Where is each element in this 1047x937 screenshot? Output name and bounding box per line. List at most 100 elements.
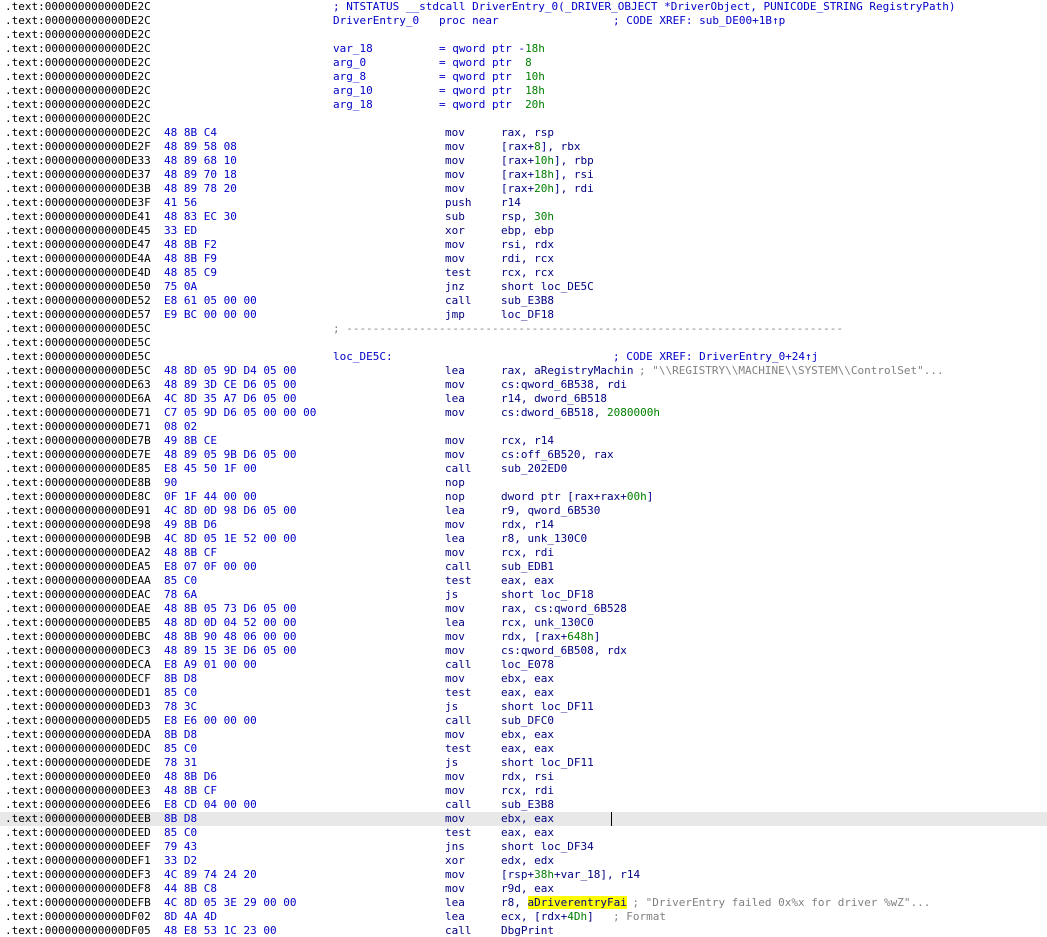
line-address[interactable]: .text:000000000000DEDE [5,756,151,770]
instruction-operands[interactable]: [rax+8], rbx [501,140,581,154]
instruction-mnemonic[interactable]: lea [445,364,465,378]
listing-line[interactable]: .text:000000000000DE5C [0,336,1047,350]
listing-line[interactable]: .text:000000000000DF02 8D 4A 4D lea ecx, [r… [0,910,1047,924]
instruction-mnemonic[interactable]: test [445,826,472,840]
instruction-operands[interactable]: rax, cs:qword_6B528 [501,602,627,616]
instruction-operands[interactable]: rax, rsp [501,126,554,140]
line-address[interactable]: .text:000000000000DE50 [5,280,151,294]
listing-line[interactable]: .text:000000000000DEB5 48 8D 0D 04 52 00 … [0,616,1047,630]
line-address[interactable]: .text:000000000000DE7B [5,434,151,448]
listing-line[interactable]: .text:000000000000DEBC 48 8B 90 48 06 00 … [0,630,1047,644]
listing-line[interactable]: .text:000000000000DE7E 48 89 05 9B D6 05 … [0,448,1047,462]
line-address[interactable]: .text:000000000000DE71 [5,420,151,434]
listing-line[interactable]: .text:000000000000DEAA 85 C0 test eax, eax [0,574,1047,588]
instruction-operands[interactable]: rcx, rdi [501,546,554,560]
instruction-operands[interactable]: [rax+20h], rdi [501,182,594,196]
listing-line[interactable]: .text:000000000000DE2F 48 89 58 08 mov [rax… [0,140,1047,154]
instruction-operands[interactable]: rax, aRegistryMachin [501,364,633,378]
instruction-operands[interactable]: rcx, rdi [501,784,554,798]
listing-line[interactable]: .text:000000000000DE5C 48 8D 05 9D D4 05 … [0,364,1047,378]
instruction-mnemonic[interactable]: mov [445,882,465,896]
instruction-operands[interactable]: rcx, rcx [501,266,554,280]
instruction-operands[interactable]: DbgPrint [501,924,554,937]
instruction-mnemonic[interactable]: jns [445,840,465,854]
line-address[interactable]: .text:000000000000DE2C [5,14,151,28]
listing-line[interactable]: .text:000000000000DEA2 48 8B CF mov rcx, rd… [0,546,1047,560]
instruction-mnemonic[interactable]: call [445,462,472,476]
line-address[interactable]: .text:000000000000DEF3 [5,868,151,882]
listing-line[interactable]: .text:000000000000DE3F 41 56 push r14 [0,196,1047,210]
listing-line[interactable]: .text:000000000000DEF1 33 D2 xor edx, edx [0,854,1047,868]
instruction-mnemonic[interactable]: js [445,700,458,714]
line-address[interactable]: .text:000000000000DEAC [5,588,151,602]
instruction-operands[interactable]: cs:dword_6B518, 2080000h [501,406,660,420]
instruction-operands[interactable]: [rax+10h], rbp [501,154,594,168]
instruction-operands[interactable]: r9d, eax [501,882,554,896]
listing-line[interactable]: .text:000000000000DEE0 48 8B D6 mov rdx, rs… [0,770,1047,784]
label-text[interactable]: arg_10 = qword ptr 18h [333,84,545,98]
line-address[interactable]: .text:000000000000DE2C [5,70,151,84]
instruction-operands[interactable]: rsp, 30h [501,210,554,224]
instruction-operands[interactable]: r8, aDriverentryFai [501,896,627,910]
line-address[interactable]: .text:000000000000DEA2 [5,546,151,560]
instruction-mnemonic[interactable]: jmp [445,308,465,322]
label-text[interactable]: ; NTSTATUS __stdcall DriverEntry_0(_DRIV… [333,0,956,14]
instruction-operands[interactable]: ebp, ebp [501,224,554,238]
listing-line[interactable]: .text:000000000000DE71 C7 05 9D D6 05 00 … [0,406,1047,420]
line-address[interactable]: .text:000000000000DE2C [5,126,151,140]
code-xref-comment[interactable]: ; CODE XREF: sub_DE00+1B↑p [613,14,785,28]
line-address[interactable]: .text:000000000000DEE0 [5,770,151,784]
instruction-operands[interactable]: rdx, [rax+648h] [501,630,600,644]
instruction-operands[interactable]: ebx, eax [501,728,554,742]
instruction-mnemonic[interactable]: lea [445,616,465,630]
line-address[interactable]: .text:000000000000DE3F [5,196,151,210]
line-address[interactable]: .text:000000000000DE2F [5,140,151,154]
instruction-mnemonic[interactable]: test [445,574,472,588]
listing-line[interactable]: .text:000000000000DEF3 4C 89 74 24 20 mov [… [0,868,1047,882]
line-address[interactable]: .text:000000000000DE3B [5,182,151,196]
instruction-mnemonic[interactable]: nop [445,490,465,504]
instruction-mnemonic[interactable]: lea [445,504,465,518]
line-address[interactable]: .text:000000000000DEDA [5,728,151,742]
line-address[interactable]: .text:000000000000DE2C [5,42,151,56]
instruction-mnemonic[interactable]: mov [445,546,465,560]
line-address[interactable]: .text:000000000000DE2C [5,98,151,112]
label-text[interactable]: loc_DE5C: [333,350,393,364]
listing-line[interactable]: .text:000000000000DE91 4C 8D 0D 98 D6 05 … [0,504,1047,518]
instruction-operands[interactable]: r14, dword_6B518 [501,392,607,406]
listing-line[interactable]: .text:000000000000DE7B 49 8B CE mov rcx, r1… [0,434,1047,448]
listing-line[interactable]: .text:000000000000DEF8 44 8B C8 mov r9d, ea… [0,882,1047,896]
line-address[interactable]: .text:000000000000DE85 [5,462,151,476]
listing-line[interactable]: .text:000000000000DE8B 90 nop [0,476,1047,490]
listing-line[interactable]: .text:000000000000DEE3 48 8B CF mov rcx, rd… [0,784,1047,798]
line-address[interactable]: .text:000000000000DECF [5,672,151,686]
instruction-mnemonic[interactable]: lea [445,910,465,924]
label-text[interactable]: arg_18 = qword ptr 20h [333,98,545,112]
line-address[interactable]: .text:000000000000DEEB [5,812,151,826]
line-address[interactable]: .text:000000000000DE8C [5,490,151,504]
instruction-mnemonic[interactable]: mov [445,868,465,882]
line-address[interactable]: .text:000000000000DE37 [5,168,151,182]
instruction-mnemonic[interactable]: nop [445,476,465,490]
line-address[interactable]: .text:000000000000DE5C [5,364,151,378]
instruction-mnemonic[interactable]: jnz [445,280,465,294]
listing-line[interactable]: .text:000000000000DE2C arg_10 = qword ptr… [0,84,1047,98]
instruction-operands[interactable]: sub_E3B8 [501,294,554,308]
instruction-operands[interactable]: eax, eax [501,742,554,756]
instruction-operands[interactable]: sub_E3B8 [501,798,554,812]
instruction-mnemonic[interactable]: call [445,560,472,574]
instruction-operands[interactable]: sub_EDB1 [501,560,554,574]
listing-line[interactable]: .text:000000000000DE98 49 8B D6 mov rdx, r1… [0,518,1047,532]
line-address[interactable]: .text:000000000000DE7E [5,448,151,462]
instruction-mnemonic[interactable]: mov [445,770,465,784]
instruction-operands[interactable]: r8, unk_130C0 [501,532,587,546]
instruction-mnemonic[interactable]: xor [445,854,465,868]
listing-line[interactable]: .text:000000000000DE2C arg_8 = qword ptr … [0,70,1047,84]
line-address[interactable]: .text:000000000000DE2C [5,56,151,70]
instruction-mnemonic[interactable]: call [445,924,472,937]
line-address[interactable]: .text:000000000000DEAA [5,574,151,588]
line-address[interactable]: .text:000000000000DEF8 [5,882,151,896]
listing-line[interactable]: .text:000000000000DEED 85 C0 test eax, eax [0,826,1047,840]
listing-line[interactable]: .text:000000000000DE2C [0,112,1047,126]
line-address[interactable]: .text:000000000000DE33 [5,154,151,168]
